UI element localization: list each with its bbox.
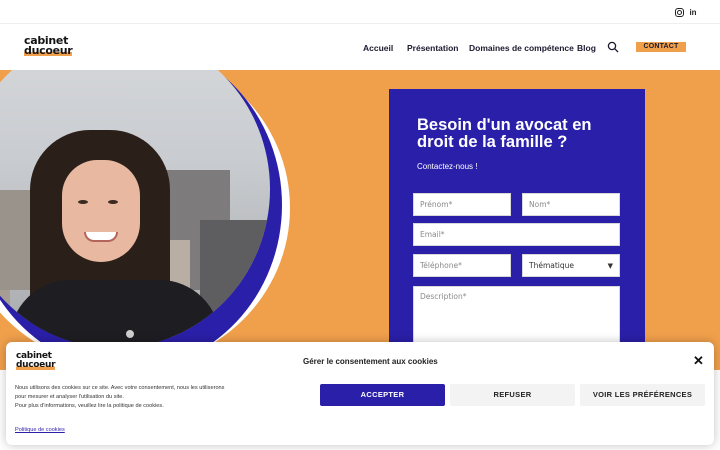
cookie-banner-title: Gérer le consentement aux cookies	[303, 357, 438, 366]
chevron-down-icon: ▼	[607, 262, 613, 270]
accept-cookies-button[interactable]: ACCEPTER	[320, 384, 445, 406]
page: in cabinet ducoeur Accueil Présentation …	[0, 0, 720, 450]
top-bar: in	[0, 0, 720, 24]
cookie-logo-line-2: ducoeur	[16, 360, 56, 370]
phone-field[interactable]: Téléphone*	[413, 254, 511, 277]
theme-select[interactable]: Thématique ▼	[522, 254, 620, 277]
hero-section: Besoin d'un avocat en droit de la famill…	[0, 70, 720, 370]
cookie-banner: cabinet ducoeur Gérer le consentement au…	[6, 342, 714, 445]
instagram-icon[interactable]	[672, 5, 686, 19]
site-logo[interactable]: cabinet ducoeur	[24, 35, 80, 57]
search-icon[interactable]	[607, 41, 619, 53]
nav-item-domaines[interactable]: Domaines de compétence	[469, 43, 574, 53]
cookie-banner-logo: cabinet ducoeur	[16, 352, 66, 370]
lawyer-portrait-photo	[0, 70, 270, 348]
view-preferences-button[interactable]: VOIR LES PRÉFÉRENCES	[580, 384, 705, 406]
contact-button[interactable]: CONTACT	[636, 42, 686, 52]
cookie-policy-link[interactable]: Politique de cookies	[15, 427, 65, 433]
form-title: Besoin d'un avocat en droit de la famill…	[417, 116, 592, 151]
nav-item-presentation[interactable]: Présentation	[407, 43, 459, 53]
last-name-field[interactable]: Nom*	[522, 193, 620, 216]
form-subtitle: Contactez-nous !	[417, 162, 478, 171]
site-header: cabinet ducoeur Accueil Présentation Dom…	[0, 24, 720, 70]
linkedin-icon[interactable]: in	[686, 5, 700, 19]
nav-item-blog[interactable]: Blog	[577, 43, 596, 53]
first-name-field[interactable]: Prénom*	[413, 193, 511, 216]
contact-form: Besoin d'un avocat en droit de la famill…	[389, 89, 645, 370]
cookie-text-line: Pour plus d'informations, veuillez lire …	[15, 403, 164, 409]
email-field[interactable]: Email*	[413, 223, 620, 246]
cookie-text-line: Nous utilisons des cookies sur ce site. …	[15, 385, 225, 391]
theme-select-value: Thématique	[529, 261, 575, 270]
refuse-cookies-button[interactable]: REFUSER	[450, 384, 575, 406]
cookie-text-line: pour mesurer et analyser l'utilisation d…	[15, 394, 124, 400]
nav-item-accueil[interactable]: Accueil	[363, 43, 393, 53]
cookie-banner-text: Nous utilisons des cookies sur ce site. …	[15, 384, 245, 411]
close-icon[interactable]: ✕	[693, 354, 704, 368]
logo-line-2: ducoeur	[24, 44, 73, 57]
